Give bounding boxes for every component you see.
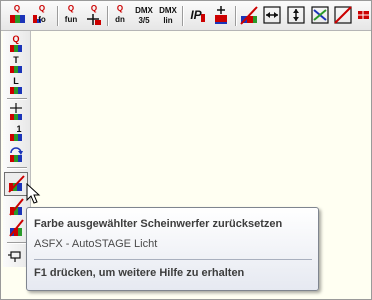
ip-label: IP xyxy=(190,8,202,22)
fixture-t-icon: T xyxy=(10,55,22,73)
swap-button[interactable] xyxy=(309,4,331,26)
toolbar-separator xyxy=(57,6,58,26)
tool-label: 1 xyxy=(16,124,21,134)
toolbar-separator xyxy=(235,6,236,26)
pin-tool[interactable] xyxy=(6,245,26,265)
tool-label: Q xyxy=(12,34,19,44)
fixture-color-icon xyxy=(9,198,24,216)
add-fixture-button[interactable] xyxy=(210,4,232,26)
toolbar-separator xyxy=(7,242,27,243)
fixture-1-icon: 1 xyxy=(10,124,22,141)
tooltip-help-text: F1 drücken, um weitere Hilfe zu erhalten xyxy=(34,267,245,279)
fixture-rotate-tool[interactable] xyxy=(6,144,26,164)
grid-button[interactable] xyxy=(356,4,370,26)
ip-button[interactable]: IP xyxy=(185,4,207,26)
top-toolbar: Q Q fo Q fun Q Q dn DMX 3/5 DMX lin IP xyxy=(1,1,371,31)
fixture-point-tool[interactable] xyxy=(6,102,26,122)
fixture-q-label: Q xyxy=(13,4,21,13)
fixture-q-tool[interactable]: Q xyxy=(6,34,26,54)
reset-color-icon xyxy=(240,6,258,25)
reset-color-icon xyxy=(8,175,25,193)
fixture-q-fun-button[interactable]: Q fun xyxy=(60,4,82,26)
dmx-3-5-button[interactable]: DMX 3/5 xyxy=(133,4,155,26)
fixture-l-icon: L xyxy=(10,76,22,94)
add-fixture-icon xyxy=(215,6,227,24)
fixture-q-fo-label-top: Q xyxy=(38,4,46,13)
fixture-q-fun-label-bottom: fun xyxy=(64,15,78,24)
mouse-cursor-icon xyxy=(26,183,41,204)
tooltip-title: Farbe ausgewählter Scheinwerfer zurückse… xyxy=(34,218,283,230)
fixture-q-dn-button[interactable]: Q dn xyxy=(109,4,131,26)
fixture-q-move-label: Q xyxy=(90,4,98,13)
toolbar-separator xyxy=(7,98,27,99)
toolbar-separator xyxy=(7,167,27,168)
fixture-q-icon: Q xyxy=(10,34,22,52)
fixture-1-tool[interactable]: 1 xyxy=(6,123,26,143)
tool-label: L xyxy=(13,76,19,86)
fixture-color-reset-icon xyxy=(9,219,24,237)
fixture-rotate-icon xyxy=(10,147,23,162)
tool-label: T xyxy=(13,55,19,65)
dmx-lin-button[interactable]: DMX lin xyxy=(157,4,179,26)
fixture-q-fun-label-top: Q xyxy=(67,4,75,13)
fixture-q-move-button[interactable]: Q xyxy=(83,4,105,26)
fixture-color-reset-tool[interactable] xyxy=(6,218,26,238)
fit-height-icon xyxy=(287,6,305,24)
dmx-3-5-label-bottom: 3/5 xyxy=(138,16,150,25)
fixture-q-button[interactable]: Q xyxy=(6,4,28,26)
tooltip: Farbe ausgewählter Scheinwerfer zurückse… xyxy=(26,207,319,291)
reset-color-tool[interactable] xyxy=(4,172,28,196)
reset-color-button[interactable] xyxy=(238,4,260,26)
dmx-3-5-label-top: DMX xyxy=(135,6,153,15)
fixture-q-dn-label-bottom: dn xyxy=(115,15,125,24)
fixture-q-dn-label-top: Q xyxy=(116,4,124,13)
fit-width-icon xyxy=(263,6,281,24)
fit-height-button[interactable] xyxy=(285,4,307,26)
fixture-q-fo-button[interactable]: Q fo xyxy=(31,4,53,26)
toolbar-separator xyxy=(182,6,183,26)
fit-width-button[interactable] xyxy=(261,4,283,26)
pin-icon xyxy=(8,251,21,262)
tooltip-subtitle: ASFX - AutoSTAGE Licht xyxy=(34,238,158,250)
grid-icon xyxy=(358,11,369,19)
dmx-lin-label-bottom: lin xyxy=(163,16,173,25)
dmx-lin-label-top: DMX xyxy=(159,6,177,15)
clear-button[interactable] xyxy=(332,4,354,26)
toolbar-separator xyxy=(107,6,108,26)
tooltip-divider xyxy=(34,259,312,260)
fixture-color-tool[interactable] xyxy=(6,197,26,217)
swap-icon xyxy=(311,6,329,24)
fixture-q-fo-label-bottom: fo xyxy=(38,15,46,24)
fixture-point-icon xyxy=(10,103,22,120)
fixture-t-tool[interactable]: T xyxy=(6,55,26,75)
fixture-l-tool[interactable]: L xyxy=(6,76,26,96)
clear-icon xyxy=(334,6,352,24)
